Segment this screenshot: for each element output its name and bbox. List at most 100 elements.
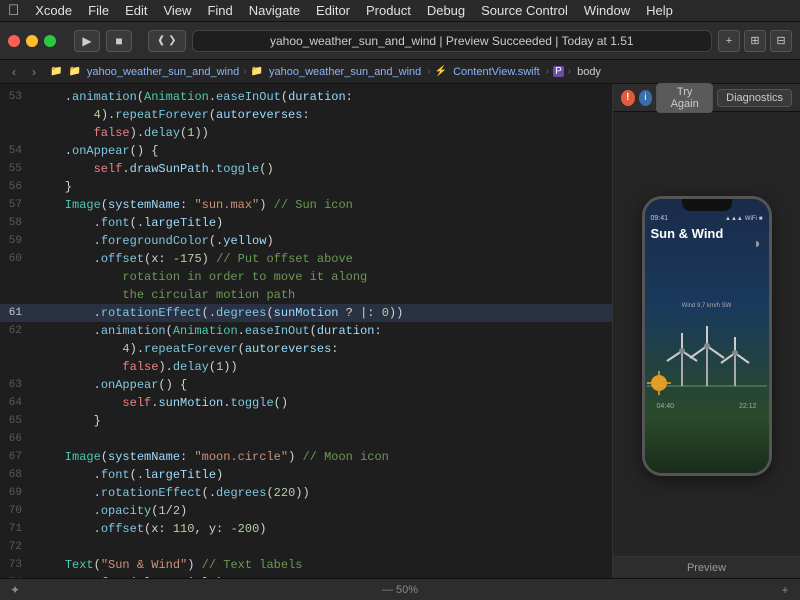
line-number-active: 61 (0, 304, 32, 322)
line-content: false).delay(1)) (32, 124, 612, 142)
line-number: 63 (0, 376, 32, 394)
code-content: 53 .animation(Animation.easeInOut(durati… (0, 84, 612, 578)
toolbar: ▶ ■ ❰ ❯ yahoo_weather_sun_and_wind | Pre… (0, 22, 800, 60)
line-number: 71 (0, 520, 32, 538)
line-content: false).delay(1)) (32, 358, 612, 376)
menu-source-control[interactable]: Source Control (481, 3, 568, 18)
diagnostics-button[interactable]: Diagnostics (717, 89, 792, 107)
layout-button[interactable]: ⊞ (744, 30, 766, 52)
code-line-66: 66 (0, 430, 612, 448)
menu-debug[interactable]: Debug (427, 3, 465, 18)
toolbar-status: yahoo_weather_sun_and_wind | Preview Suc… (192, 30, 712, 52)
code-line-69: 69 .rotationEffect(.degrees(220)) (0, 484, 612, 502)
minimize-button[interactable] (26, 35, 38, 47)
line-content: the circular motion path (32, 286, 612, 304)
line-number: 58 (0, 214, 32, 232)
code-line-65: 65 } (0, 412, 612, 430)
code-line-61: 61 .rotationEffect(.degrees(sunMotion ? … (0, 304, 612, 322)
nav-forward[interactable]: › (26, 64, 42, 80)
navigation-bar: ‹ › 📁 📁 yahoo_weather_sun_and_wind › 📁 y… (0, 60, 800, 84)
line-content: self.drawSunPath.toggle() (32, 160, 612, 178)
wind-turbines-svg (647, 311, 767, 401)
line-number: 60 (0, 250, 32, 268)
code-line-58: 58 .font(.largeTitle) (0, 214, 612, 232)
phone-preview-area: 09:41 ▲▲▲ WiFi ■ Sun & Wind ◑ Wind 9,7 k… (613, 112, 800, 556)
phone-notch (682, 199, 732, 211)
menu-xcode[interactable]: Xcode (35, 3, 72, 18)
menu-file[interactable]: File (88, 3, 109, 18)
line-number: 67 (0, 448, 32, 466)
line-content: .animation(Animation.easeInOut(duration: (32, 88, 612, 106)
menu-help[interactable]: Help (646, 3, 673, 18)
line-content: rotation in order to move it along (32, 268, 612, 286)
code-line-60c: the circular motion path (0, 286, 612, 304)
code-line-57: 57 Image(systemName: "sun.max") // Sun i… (0, 196, 612, 214)
menu-navigate[interactable]: Navigate (249, 3, 300, 18)
menu-edit[interactable]: Edit (125, 3, 147, 18)
add-button[interactable]: + (718, 30, 740, 52)
line-number: 62 (0, 322, 32, 340)
apple-menu[interactable]:  (8, 2, 19, 19)
fullscreen-button[interactable] (44, 35, 56, 47)
line-number: 72 (0, 538, 32, 556)
line-content: Image(systemName: "moon.circle") // Moon… (32, 448, 612, 466)
line-number: 57 (0, 196, 32, 214)
line-content: self.sunMotion.toggle() (32, 394, 612, 412)
bookmark-icon[interactable]: ✦ (8, 583, 22, 597)
line-number: 53 (0, 88, 32, 106)
menu-view[interactable]: View (163, 3, 191, 18)
menu-product[interactable]: Product (366, 3, 411, 18)
code-line-62: 62 .animation(Animation.easeInOut(durati… (0, 322, 612, 340)
close-button[interactable] (8, 35, 20, 47)
code-line-55: 55 self.drawSunPath.toggle() (0, 160, 612, 178)
line-number: 59 (0, 232, 32, 250)
wind-label: Wind 9,7 km/h SW (682, 303, 732, 309)
zoom-in-icon[interactable]: + (778, 583, 792, 597)
line-content: } (32, 412, 612, 430)
line-content: .onAppear() { (32, 142, 612, 160)
breadcrumb-file[interactable]: ContentView.swift (453, 66, 540, 78)
phone-main-content: Wind 9,7 km/h SW (651, 245, 763, 467)
line-number: 65 (0, 412, 32, 430)
preview-label: Preview (613, 556, 800, 578)
line-content: .rotationEffect(.degrees(220)) (32, 484, 612, 502)
line-number: 64 (0, 394, 32, 412)
code-line-59: 59 .foregroundColor(.yellow) (0, 232, 612, 250)
right-panel-toolbar: ! i Try Again Diagnostics (613, 84, 800, 112)
stop-button[interactable]: ■ (106, 30, 132, 52)
run-button[interactable]: ▶ (74, 30, 100, 52)
breadcrumb-project[interactable]: yahoo_weather_sun_and_wind (87, 66, 239, 78)
inspector-button[interactable]: ⊟ (770, 30, 792, 52)
code-line-53: 53 .animation(Animation.easeInOut(durati… (0, 88, 612, 106)
menu-bar:  Xcode File Edit View Find Navigate Edi… (0, 0, 800, 22)
line-content: .opacity(1/2) (32, 502, 612, 520)
line-number: 54 (0, 142, 32, 160)
line-number: 68 (0, 466, 32, 484)
line-content: Text("Sun & Wind") // Text labels (32, 556, 612, 574)
phone-frame: 09:41 ▲▲▲ WiFi ■ Sun & Wind ◑ Wind 9,7 k… (642, 196, 772, 476)
code-line-68: 68 .font(.largeTitle) (0, 466, 612, 484)
menu-find[interactable]: Find (207, 3, 232, 18)
line-content: .onAppear() { (32, 376, 612, 394)
line-number: 70 (0, 502, 32, 520)
line-number: 66 (0, 430, 32, 448)
code-line-62b: 4).repeatForever(autoreverses: (0, 340, 612, 358)
info-icon: i (639, 90, 653, 106)
nav-back[interactable]: ‹ (6, 64, 22, 80)
code-line-53c: false).delay(1)) (0, 124, 612, 142)
code-line-70: 70 .opacity(1/2) (0, 502, 612, 520)
line-content: .foregroundColor(.yellow) (32, 232, 612, 250)
menu-editor[interactable]: Editor (316, 3, 350, 18)
line-number: 56 (0, 178, 32, 196)
phone-time: 09:41 (651, 215, 669, 222)
scheme-selector[interactable]: ❰ ❯ (148, 30, 186, 52)
phone-app-title: Sun & Wind (651, 226, 763, 241)
breadcrumb-symbol[interactable]: body (577, 66, 601, 78)
menu-window[interactable]: Window (584, 3, 630, 18)
try-again-button[interactable]: Try Again (656, 83, 713, 113)
breadcrumb-folder[interactable]: yahoo_weather_sun_and_wind (269, 66, 421, 78)
code-line-60b: rotation in order to move it along (0, 268, 612, 286)
code-line-67: 67 Image(systemName: "moon.circle") // M… (0, 448, 612, 466)
code-editor[interactable]: 53 .animation(Animation.easeInOut(durati… (0, 84, 612, 578)
line-content: } (32, 178, 612, 196)
